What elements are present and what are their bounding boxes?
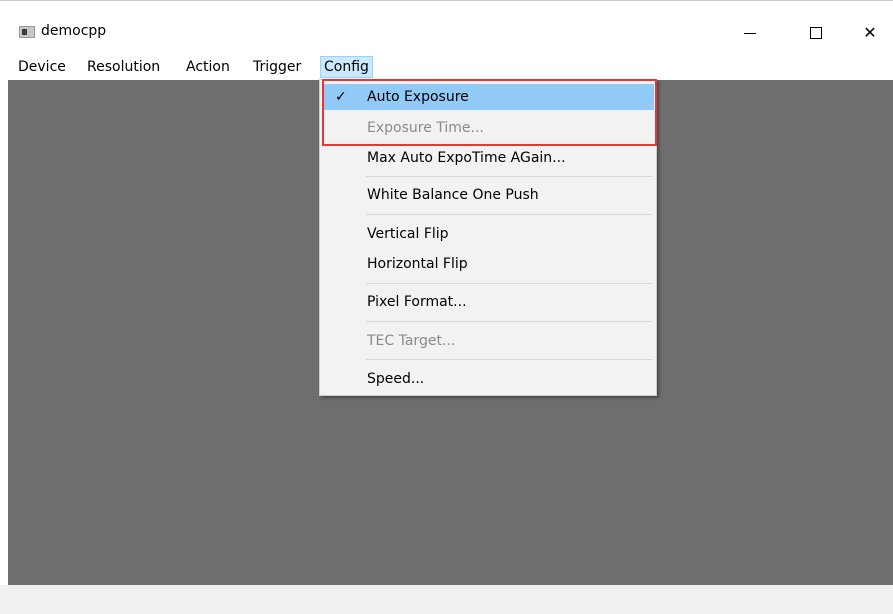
menu-trigger[interactable]: Trigger [251, 57, 303, 77]
menu-resolution[interactable]: Resolution [85, 57, 162, 77]
minimize-button[interactable] [727, 19, 773, 47]
menu-item-label: TEC Target... [367, 333, 456, 349]
maximize-icon [810, 27, 822, 39]
menu-item-label: Max Auto ExpoTime AGain... [367, 150, 566, 166]
menu-item-label: Auto Exposure [367, 89, 469, 105]
window-title: democpp [41, 23, 107, 39]
menu-separator [366, 283, 652, 284]
menu-item-label: Pixel Format... [367, 294, 467, 310]
config-dropdown-menu: ✓ Auto Exposure Exposure Time... Max Aut… [319, 79, 657, 396]
menu-separator [366, 214, 652, 215]
menu-item-auto-exposure[interactable]: ✓ Auto Exposure [322, 84, 654, 110]
menu-item-label: Exposure Time... [367, 120, 484, 136]
menu-item-exposure-time: Exposure Time... [322, 115, 654, 141]
menu-config[interactable]: Config [320, 56, 373, 78]
menu-item-pixel-format[interactable]: Pixel Format... [322, 289, 654, 315]
menu-bar: Device Resolution Action Trigger Config [0, 55, 893, 79]
menu-separator [366, 359, 652, 360]
close-button[interactable]: ✕ [847, 19, 893, 47]
menu-separator [366, 176, 652, 177]
menu-item-label: Horizontal Flip [367, 256, 468, 272]
menu-item-tec-target: TEC Target... [322, 328, 654, 354]
title-bar: democpp ✕ [0, 0, 893, 50]
menu-item-label: White Balance One Push [367, 187, 539, 203]
menu-item-vertical-flip[interactable]: Vertical Flip [322, 221, 654, 247]
menu-item-max-auto-expotime-again[interactable]: Max Auto ExpoTime AGain... [322, 145, 654, 171]
app-icon [19, 26, 35, 38]
menu-item-horizontal-flip[interactable]: Horizontal Flip [322, 251, 654, 277]
menu-device[interactable]: Device [16, 57, 68, 77]
maximize-button[interactable] [793, 19, 839, 47]
checkmark-icon: ✓ [335, 89, 347, 105]
menu-item-label: Speed... [367, 371, 425, 387]
minimize-icon [744, 32, 756, 34]
menu-separator [366, 321, 652, 322]
menu-item-speed[interactable]: Speed... [322, 366, 654, 392]
close-icon: ✕ [863, 23, 877, 42]
status-bar [0, 585, 893, 614]
menu-action[interactable]: Action [184, 57, 232, 77]
menu-item-label: Vertical Flip [367, 226, 449, 242]
menu-item-white-balance-one-push[interactable]: White Balance One Push [322, 182, 654, 208]
